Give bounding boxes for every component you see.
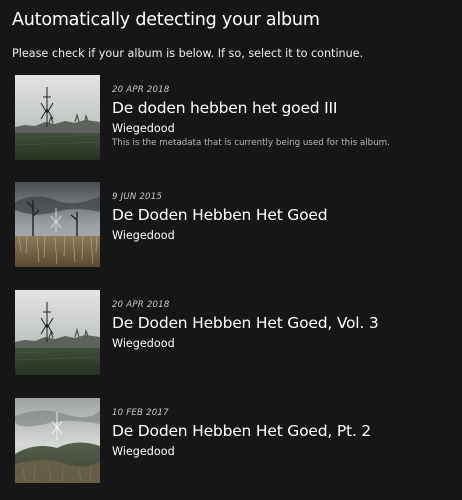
current-metadata-note: This is the metadata that is currently b… [112,138,390,148]
album-cover-field-sigil-icon [15,290,100,375]
album-title: De Doden Hebben Het Goed, Pt. 2 [112,422,371,440]
album-artist: Wiegedood [112,337,175,350]
album-title: De Doden Hebben Het Goed [112,206,328,224]
album-meta: 10 FEB 2017 De Doden Hebben Het Goed, Pt… [112,408,457,459]
album-artist: Wiegedood [112,229,175,242]
album-cover-hill-sigil-icon [15,398,100,483]
album-meta: 9 JUN 2015 De Doden Hebben Het Goed Wieg… [112,192,457,243]
album-artist: Wiegedood [112,445,175,458]
page-title: Automatically detecting your album [12,10,320,30]
album-meta: 20 APR 2018 De doden hebben het goed III… [112,85,457,150]
album-option[interactable]: 9 JUN 2015 De Doden Hebben Het Goed Wieg… [0,182,462,272]
release-date: 20 APR 2018 [112,85,170,95]
release-date: 20 APR 2018 [112,300,170,310]
album-artist: Wiegedood [112,122,175,135]
album-option[interactable]: 20 APR 2018 De doden hebben het goed III… [0,75,462,165]
release-date: 10 FEB 2017 [112,408,169,418]
album-option[interactable]: 10 FEB 2017 De Doden Hebben Het Goed, Pt… [0,398,462,488]
album-cover-reeds-sigil-icon [15,182,100,267]
album-title: De Doden Hebben Het Goed, Vol. 3 [112,314,379,332]
album-meta: 20 APR 2018 De Doden Hebben Het Goed, Vo… [112,300,457,351]
album-cover-field-sigil-icon [15,75,100,160]
album-option[interactable]: 20 APR 2018 De Doden Hebben Het Goed, Vo… [0,290,462,380]
release-date: 9 JUN 2015 [112,192,163,202]
instructions-text: Please check if your album is below. If … [12,47,364,60]
album-title: De doden hebben het goed III [112,99,338,117]
